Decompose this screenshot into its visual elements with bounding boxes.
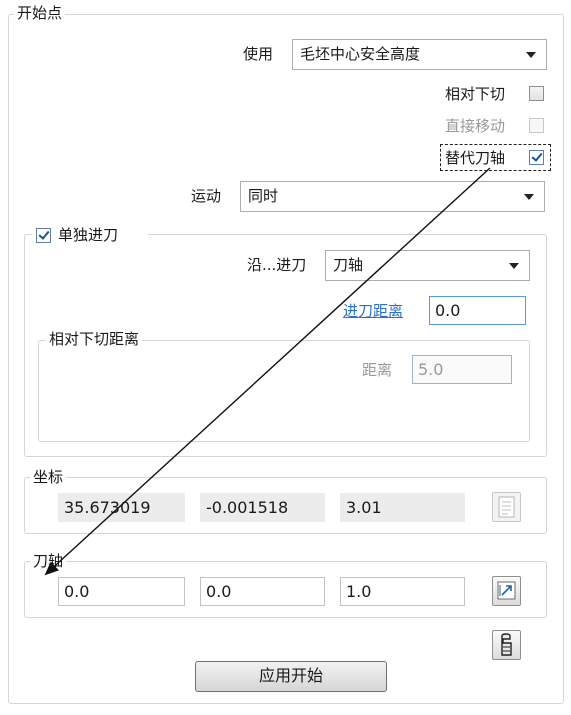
dropdown-arrow-icon (526, 52, 536, 58)
direct-move-checkbox[interactable] (529, 118, 544, 133)
tool-axis-j[interactable]: 0.0 (200, 577, 325, 606)
motion-select-value: 同时 (248, 187, 279, 205)
start-point-title: 开始点 (14, 4, 66, 22)
axis-arrow-icon (497, 581, 516, 600)
tool-holder-icon (501, 633, 512, 656)
relative-down-cut-checkbox[interactable] (529, 86, 544, 101)
direct-move-label: 直接移动 (445, 117, 506, 135)
coordinates-title: 坐标 (30, 468, 67, 486)
coordinate-z[interactable]: 3.01 (340, 493, 465, 522)
list-icon (498, 496, 515, 518)
coordinates-list-button[interactable] (492, 492, 521, 522)
lead-in-distance-input[interactable]: 0.0 (429, 296, 526, 325)
use-select[interactable]: 毛坯中心安全高度 (292, 39, 547, 70)
separate-lead-in-legend: 单独进刀 (32, 225, 148, 245)
along-lead-in-select[interactable]: 刀轴 (325, 250, 530, 281)
along-lead-in-label: 沿...进刀 (247, 256, 307, 274)
lead-in-distance-link[interactable]: 进刀距离 (343, 301, 403, 321)
coordinate-x[interactable]: 35.673019 (58, 493, 185, 522)
separate-lead-in-label: 单独进刀 (58, 226, 119, 244)
along-lead-in-value: 刀轴 (333, 256, 364, 274)
relative-down-cut-label: 相对下切 (445, 85, 506, 103)
motion-label: 运动 (191, 187, 222, 205)
dropdown-arrow-icon (524, 194, 534, 200)
tool-axis-button[interactable] (492, 576, 521, 606)
use-label: 使用 (243, 45, 274, 63)
coordinate-y[interactable]: -0.001518 (200, 493, 325, 522)
dropdown-arrow-icon (509, 263, 519, 269)
alt-tool-axis-label: 替代刀轴 (445, 149, 506, 167)
separate-lead-in-checkbox[interactable] (36, 228, 51, 243)
use-select-value: 毛坯中心安全高度 (300, 45, 421, 63)
tool-axis-title: 刀轴 (30, 552, 67, 570)
motion-select[interactable]: 同时 (240, 181, 545, 212)
tool-axis-i[interactable]: 0.0 (58, 577, 185, 606)
alt-tool-axis-checkbox[interactable] (529, 150, 544, 165)
relative-down-cut-distance-title: 相对下切距离 (46, 330, 143, 348)
distance-label: 距离 (362, 361, 393, 379)
tool-holder-button[interactable] (492, 630, 521, 660)
apply-start-button[interactable]: 应用开始 (195, 661, 387, 692)
distance-input[interactable]: 5.0 (412, 355, 512, 384)
tool-axis-k[interactable]: 1.0 (340, 577, 465, 606)
